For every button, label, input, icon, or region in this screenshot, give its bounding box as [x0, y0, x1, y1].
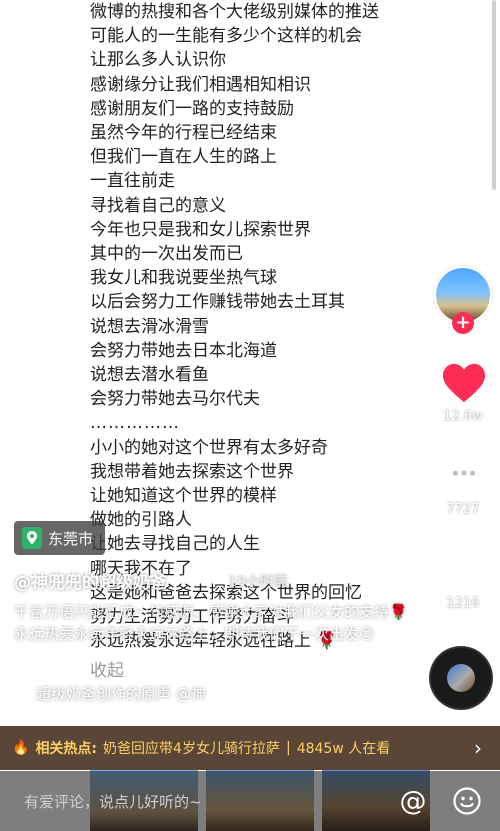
article-line: 虽然今年的行程已经结束 — [90, 123, 277, 144]
emoji-icon[interactable] — [452, 786, 482, 816]
music-cover — [447, 664, 475, 692]
article-line: 一直往前走 — [90, 171, 175, 192]
comment-count: 7727 — [446, 502, 480, 517]
article-line: 说想去滑冰滑雪 — [90, 316, 209, 337]
chevron-right-icon: › — [474, 736, 482, 760]
music-note-icon: ♪ — [430, 700, 439, 715]
article-line: 会努力带她去日本北海道 — [90, 340, 277, 361]
mention-icon[interactable]: @ — [398, 787, 428, 817]
article-line: 我想带着她去探索这个世界 — [90, 461, 294, 482]
share-count: 1216 — [446, 596, 480, 611]
share-icon[interactable] — [441, 547, 487, 589]
article-line: 让那么多人认识你 — [90, 50, 226, 71]
hot-topic: 奶爸回应带4岁女儿骑行拉萨 — [103, 741, 280, 757]
article-line: 可能人的一生能有多少个这样的机会 — [90, 26, 362, 47]
article-line: 其中的一次出发而已 — [90, 244, 243, 265]
article-line: 我女儿和我说要坐热气球 — [90, 268, 277, 289]
article-line: 寻找着自己的意义 — [90, 195, 226, 216]
article-line: 以后会努力工作赚钱带她去土耳其 — [90, 292, 345, 313]
like-count: 12.6w — [443, 409, 483, 424]
hot-label: 相关热点: — [35, 741, 98, 757]
article-line: 让她去寻找自己的人生 — [90, 534, 260, 555]
divider: | — [285, 740, 291, 756]
post-time: 10小时前 — [228, 574, 288, 590]
article-line: 小小的她对这个世界有太多好奇 — [90, 437, 328, 458]
article-line: 让她知道这个世界的模样 — [90, 486, 277, 507]
article-line: 感谢缘分让我们相遇相知相识 — [90, 74, 311, 95]
collapse-link[interactable]: 收起 — [90, 659, 435, 683]
location-pin-icon — [22, 527, 42, 549]
article-line: …………… — [90, 413, 180, 434]
article-line: 做她的引路人 — [90, 510, 192, 531]
music-note-icon: ♪ — [398, 676, 409, 695]
author-name[interactable]: @神兜兜的超级奶爸 — [14, 568, 167, 593]
article-line: 但我们一直在人生的路上 — [90, 147, 277, 168]
comment-icon[interactable] — [441, 454, 487, 498]
article-line: 感谢朋友们一路的支持鼓励 — [90, 98, 294, 119]
hot-viewers: 4845w 人在看 — [296, 741, 391, 757]
heart-icon[interactable] — [441, 361, 487, 405]
music-info[interactable]: 超级奶爸创作的原声 @神 — [14, 683, 206, 704]
music-disc[interactable] — [431, 648, 491, 708]
article-line: 今年也只是我和女儿探索世界 — [90, 219, 311, 240]
fire-icon: 🔥 — [12, 740, 30, 756]
scrollbar[interactable] — [492, 0, 496, 190]
article-line: 微博的热搜和各个大佬级别媒体的推送 — [90, 2, 379, 22]
music-text: 超级奶爸创作的原声 @神 — [36, 685, 206, 703]
article-line: 会努力带她去马尔代夫 — [90, 389, 260, 410]
tiktok-note-icon — [16, 685, 29, 702]
comment-input[interactable] — [22, 786, 376, 818]
video-caption: 千言万语只能汇成一句感谢，感谢大家对我们父女的支持🌹永远热爱永远年轻永远在路上，… — [14, 603, 408, 643]
location-label: 东莞市 — [48, 529, 94, 548]
article-line: 说想去潜水看鱼 — [90, 365, 209, 386]
location-chip[interactable]: 东莞市 — [14, 521, 106, 555]
follow-button[interactable]: + — [452, 312, 474, 334]
hot-topic-banner[interactable]: 🔥 相关热点: 奶爸回应带4岁女儿骑行拉萨 | 4845w 人在看 › — [0, 726, 500, 770]
